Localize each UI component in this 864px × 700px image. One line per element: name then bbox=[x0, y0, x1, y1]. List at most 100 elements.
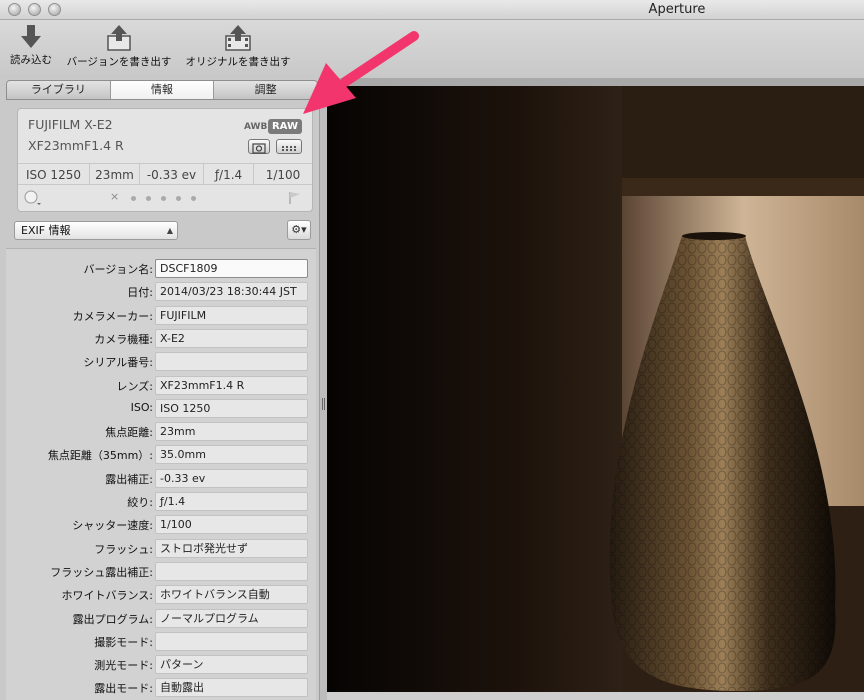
raw-badge: RAW bbox=[268, 119, 302, 134]
gear-icon[interactable]: ⚙▾ bbox=[287, 220, 311, 240]
exif-value-field[interactable]: ISO 1250 bbox=[155, 398, 308, 418]
chevron-updown-icon: ▲ bbox=[166, 226, 173, 235]
flag-icon[interactable] bbox=[288, 191, 302, 205]
exif-label: カメラメーカー: bbox=[72, 309, 153, 323]
exif-value-field[interactable]: 2014/03/23 18:30:44 JST bbox=[155, 282, 308, 302]
exif-label: 撮影モード: bbox=[94, 635, 153, 649]
focal-length-stat: 23mm bbox=[90, 164, 140, 184]
exif-label: 絞り: bbox=[127, 496, 153, 509]
export-version-label: バージョンを書き出す bbox=[66, 56, 172, 68]
import-button[interactable]: 読み込む bbox=[6, 24, 56, 74]
exif-label: 日付: bbox=[127, 286, 153, 300]
toolbar: 読み込む バージョンを書き出す オリジナルを書き出す bbox=[0, 20, 864, 78]
exif-label: 焦点距離: bbox=[105, 426, 153, 440]
inspector-tabs: ライブラリ 情報 調整 bbox=[6, 80, 318, 100]
exif-label: 露出モード: bbox=[94, 682, 153, 696]
exif-row: ホワイトバランス: ホワイトバランス自動 bbox=[6, 585, 316, 605]
exif-label: 測光モード: bbox=[94, 659, 153, 673]
exif-value-field[interactable]: X-E2 bbox=[155, 328, 308, 348]
exif-value-field[interactable]: 1/100 bbox=[155, 515, 308, 535]
camera-info-box: FUJIFILM X-E2 XF23mmF1.4 R AWB RAW ISO 1… bbox=[17, 108, 313, 212]
exif-row: 測光モード: パターン bbox=[6, 655, 316, 675]
exif-label: 露出補正: bbox=[105, 472, 153, 486]
exif-value-field[interactable] bbox=[155, 631, 308, 651]
title-bar: Aperture bbox=[0, 0, 864, 20]
exif-label: ホワイトバランス: bbox=[61, 589, 154, 603]
exif-row: 絞り: ƒ/1.4 bbox=[6, 492, 316, 511]
window-title: Aperture bbox=[648, 2, 706, 17]
exif-row: カメラメーカー: FUJIFILM bbox=[6, 305, 316, 325]
export-tray-icon bbox=[107, 25, 131, 51]
metadata-view-select[interactable]: EXIF 情報 ▲ bbox=[14, 221, 178, 240]
exif-label: シャッター速度: bbox=[72, 519, 153, 533]
metadata-view-value: EXIF 情報 bbox=[21, 224, 71, 237]
exif-label: ISO: bbox=[130, 400, 153, 414]
aperture-stat: ƒ/1.4 bbox=[204, 164, 254, 184]
camera-model: FUJIFILM X-E2 bbox=[28, 117, 113, 132]
exposure-summary: ISO 1250 23mm -0.33 ev ƒ/1.4 1/100 bbox=[18, 163, 312, 185]
export-version-button[interactable]: バージョンを書き出す bbox=[60, 24, 178, 74]
exif-row: バージョン名: DSCF1809 bbox=[6, 259, 316, 278]
exif-label: バージョン名: bbox=[83, 263, 154, 276]
photo-vase[interactable] bbox=[327, 86, 864, 700]
exif-row: 露出モード: 自動露出 bbox=[6, 678, 316, 698]
exif-value-field[interactable]: ノーマルプログラム bbox=[155, 608, 308, 628]
export-film-tray-icon bbox=[225, 25, 251, 51]
exif-row: カメラ機種: X-E2 bbox=[6, 328, 316, 348]
tab-adjustments[interactable]: 調整 bbox=[214, 81, 317, 99]
exif-value-field[interactable] bbox=[155, 561, 308, 581]
rating-dot[interactable] bbox=[146, 196, 151, 201]
exif-row: 焦点距離（35mm）: 35.0mm bbox=[6, 445, 316, 465]
exif-row: フラッシュ: ストロボ発光せず bbox=[6, 538, 316, 558]
exif-row: ISO: ISO 1250 bbox=[6, 398, 316, 418]
exif-value-field[interactable]: -0.33 ev bbox=[155, 468, 308, 488]
exif-value-field[interactable]: 23mm bbox=[155, 422, 308, 442]
download-arrow-icon bbox=[21, 25, 41, 48]
export-original-label: オリジナルを書き出す bbox=[185, 56, 291, 68]
exif-value-field[interactable]: 自動露出 bbox=[155, 678, 308, 698]
exif-value-field[interactable]: パターン bbox=[155, 655, 308, 675]
exif-row: 露出プログラム: ノーマルプログラム bbox=[6, 608, 316, 628]
resize-grip[interactable] bbox=[322, 398, 325, 410]
exif-row: レンズ: XF23mmF1.4 R bbox=[6, 375, 316, 395]
x-icon[interactable]: × bbox=[110, 190, 119, 203]
export-original-button[interactable]: オリジナルを書き出す bbox=[180, 24, 296, 74]
tab-info[interactable]: 情報 bbox=[110, 81, 215, 99]
exif-label: レンズ: bbox=[116, 379, 154, 393]
star-circle-icon[interactable] bbox=[24, 190, 42, 206]
shutter-stat: 1/100 bbox=[265, 168, 301, 182]
exif-row: 日付: 2014/03/23 18:30:44 JST bbox=[6, 282, 316, 302]
awb-badge: AWB bbox=[244, 122, 268, 132]
import-label: 読み込む bbox=[10, 54, 52, 66]
lens-model: XF23mmF1.4 R bbox=[28, 138, 124, 153]
exif-value-field[interactable]: DSCF1809 bbox=[155, 259, 308, 278]
exif-value-field[interactable]: ƒ/1.4 bbox=[155, 492, 308, 511]
exif-value-field[interactable]: ストロボ発光せず bbox=[155, 538, 308, 558]
exif-row: 撮影モード: bbox=[6, 631, 316, 651]
panel-divider[interactable] bbox=[319, 78, 327, 700]
iso-stat: ISO 1250 bbox=[18, 164, 90, 184]
exif-value-field[interactable]: 35.0mm bbox=[155, 445, 308, 465]
exif-value-field[interactable] bbox=[155, 352, 308, 372]
inspector-panel: ライブラリ 情報 調整 FUJIFILM X-E2 XF23mmF1.4 R A… bbox=[0, 78, 319, 700]
rating-dot[interactable] bbox=[131, 196, 136, 201]
exif-value-field[interactable]: ホワイトバランス自動 bbox=[155, 585, 308, 605]
focus-points-icon bbox=[276, 139, 302, 154]
rating-dot[interactable] bbox=[176, 196, 181, 201]
tab-library[interactable]: ライブラリ bbox=[7, 81, 111, 99]
exif-row: 焦点距離: 23mm bbox=[6, 422, 316, 442]
exif-label: フラッシュ: bbox=[94, 542, 153, 556]
image-viewer[interactable] bbox=[327, 78, 864, 700]
exif-value-field[interactable]: XF23mmF1.4 R bbox=[155, 375, 308, 395]
exif-row: シリアル番号: bbox=[6, 352, 316, 372]
exif-fields: バージョン名: DSCF1809 日付: 2014/03/23 18:30:44 JS… bbox=[6, 248, 316, 700]
exif-label: カメラ機種: bbox=[94, 332, 153, 346]
rating-dot[interactable] bbox=[161, 196, 166, 201]
rating-dot[interactable] bbox=[191, 196, 196, 201]
rating-row: × bbox=[18, 187, 312, 209]
exif-value-field[interactable]: FUJIFILM bbox=[155, 305, 308, 325]
exif-row: 露出補正: -0.33 ev bbox=[6, 468, 316, 488]
exif-label: 露出プログラム: bbox=[72, 612, 153, 626]
exposure-bias-stat: -0.33 ev bbox=[140, 164, 204, 184]
exif-label: フラッシュ露出補正: bbox=[50, 565, 153, 579]
